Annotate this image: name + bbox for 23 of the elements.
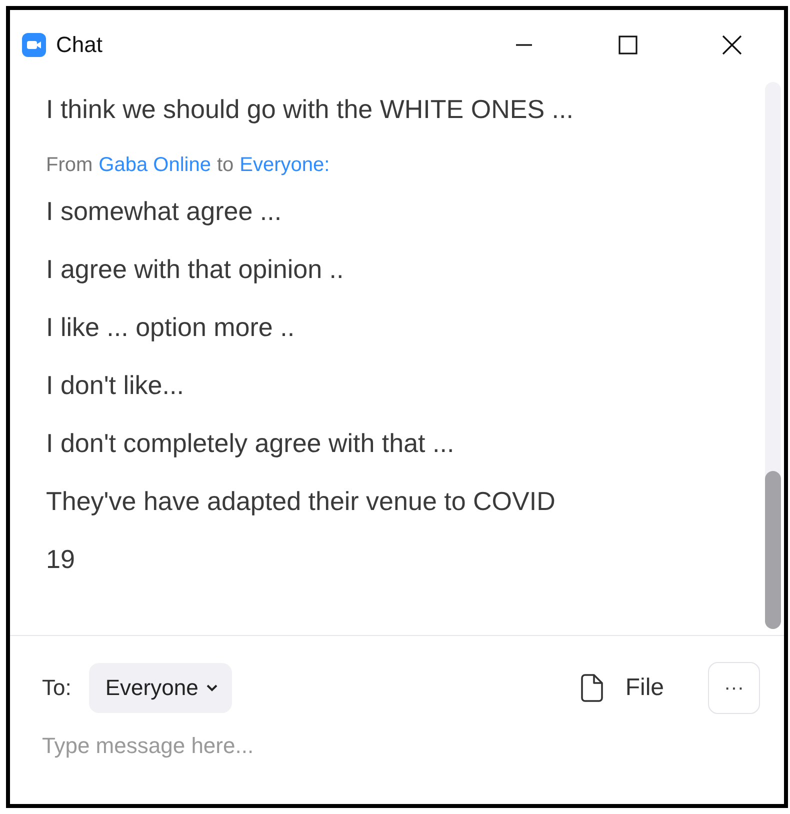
- document-icon: [581, 674, 604, 702]
- chat-message: I don't like...: [46, 369, 185, 402]
- chat-message: I agree with that opinion ..: [46, 253, 345, 286]
- window-title: Chat: [56, 32, 102, 58]
- to-label: To:: [42, 675, 72, 701]
- chevron-down-icon: [206, 684, 218, 692]
- file-button[interactable]: File: [581, 674, 664, 702]
- chat-message: They've have adapted their venue to COVID 19: [46, 485, 556, 576]
- chat-message: I don't completely agree with that ...: [46, 427, 456, 460]
- maximize-icon: [618, 35, 638, 55]
- close-icon: [722, 35, 742, 55]
- recipient-dropdown[interactable]: Everyone: [89, 663, 232, 713]
- chat-message: I like ... option more ..: [46, 311, 296, 344]
- more-button[interactable]: ···: [708, 662, 760, 714]
- colon-mark: :: [324, 153, 330, 178]
- scrollbar[interactable]: [765, 82, 781, 629]
- from-label: From: [46, 153, 93, 178]
- scrollbar-thumb[interactable]: [765, 471, 781, 629]
- chat-message: I somewhat agree ...: [46, 195, 283, 228]
- to-label: to: [216, 153, 234, 178]
- minimize-icon: [516, 44, 532, 46]
- video-camera-icon: [22, 33, 46, 57]
- chat-message: I think we should go with the WHITE ONES ...: [46, 93, 574, 126]
